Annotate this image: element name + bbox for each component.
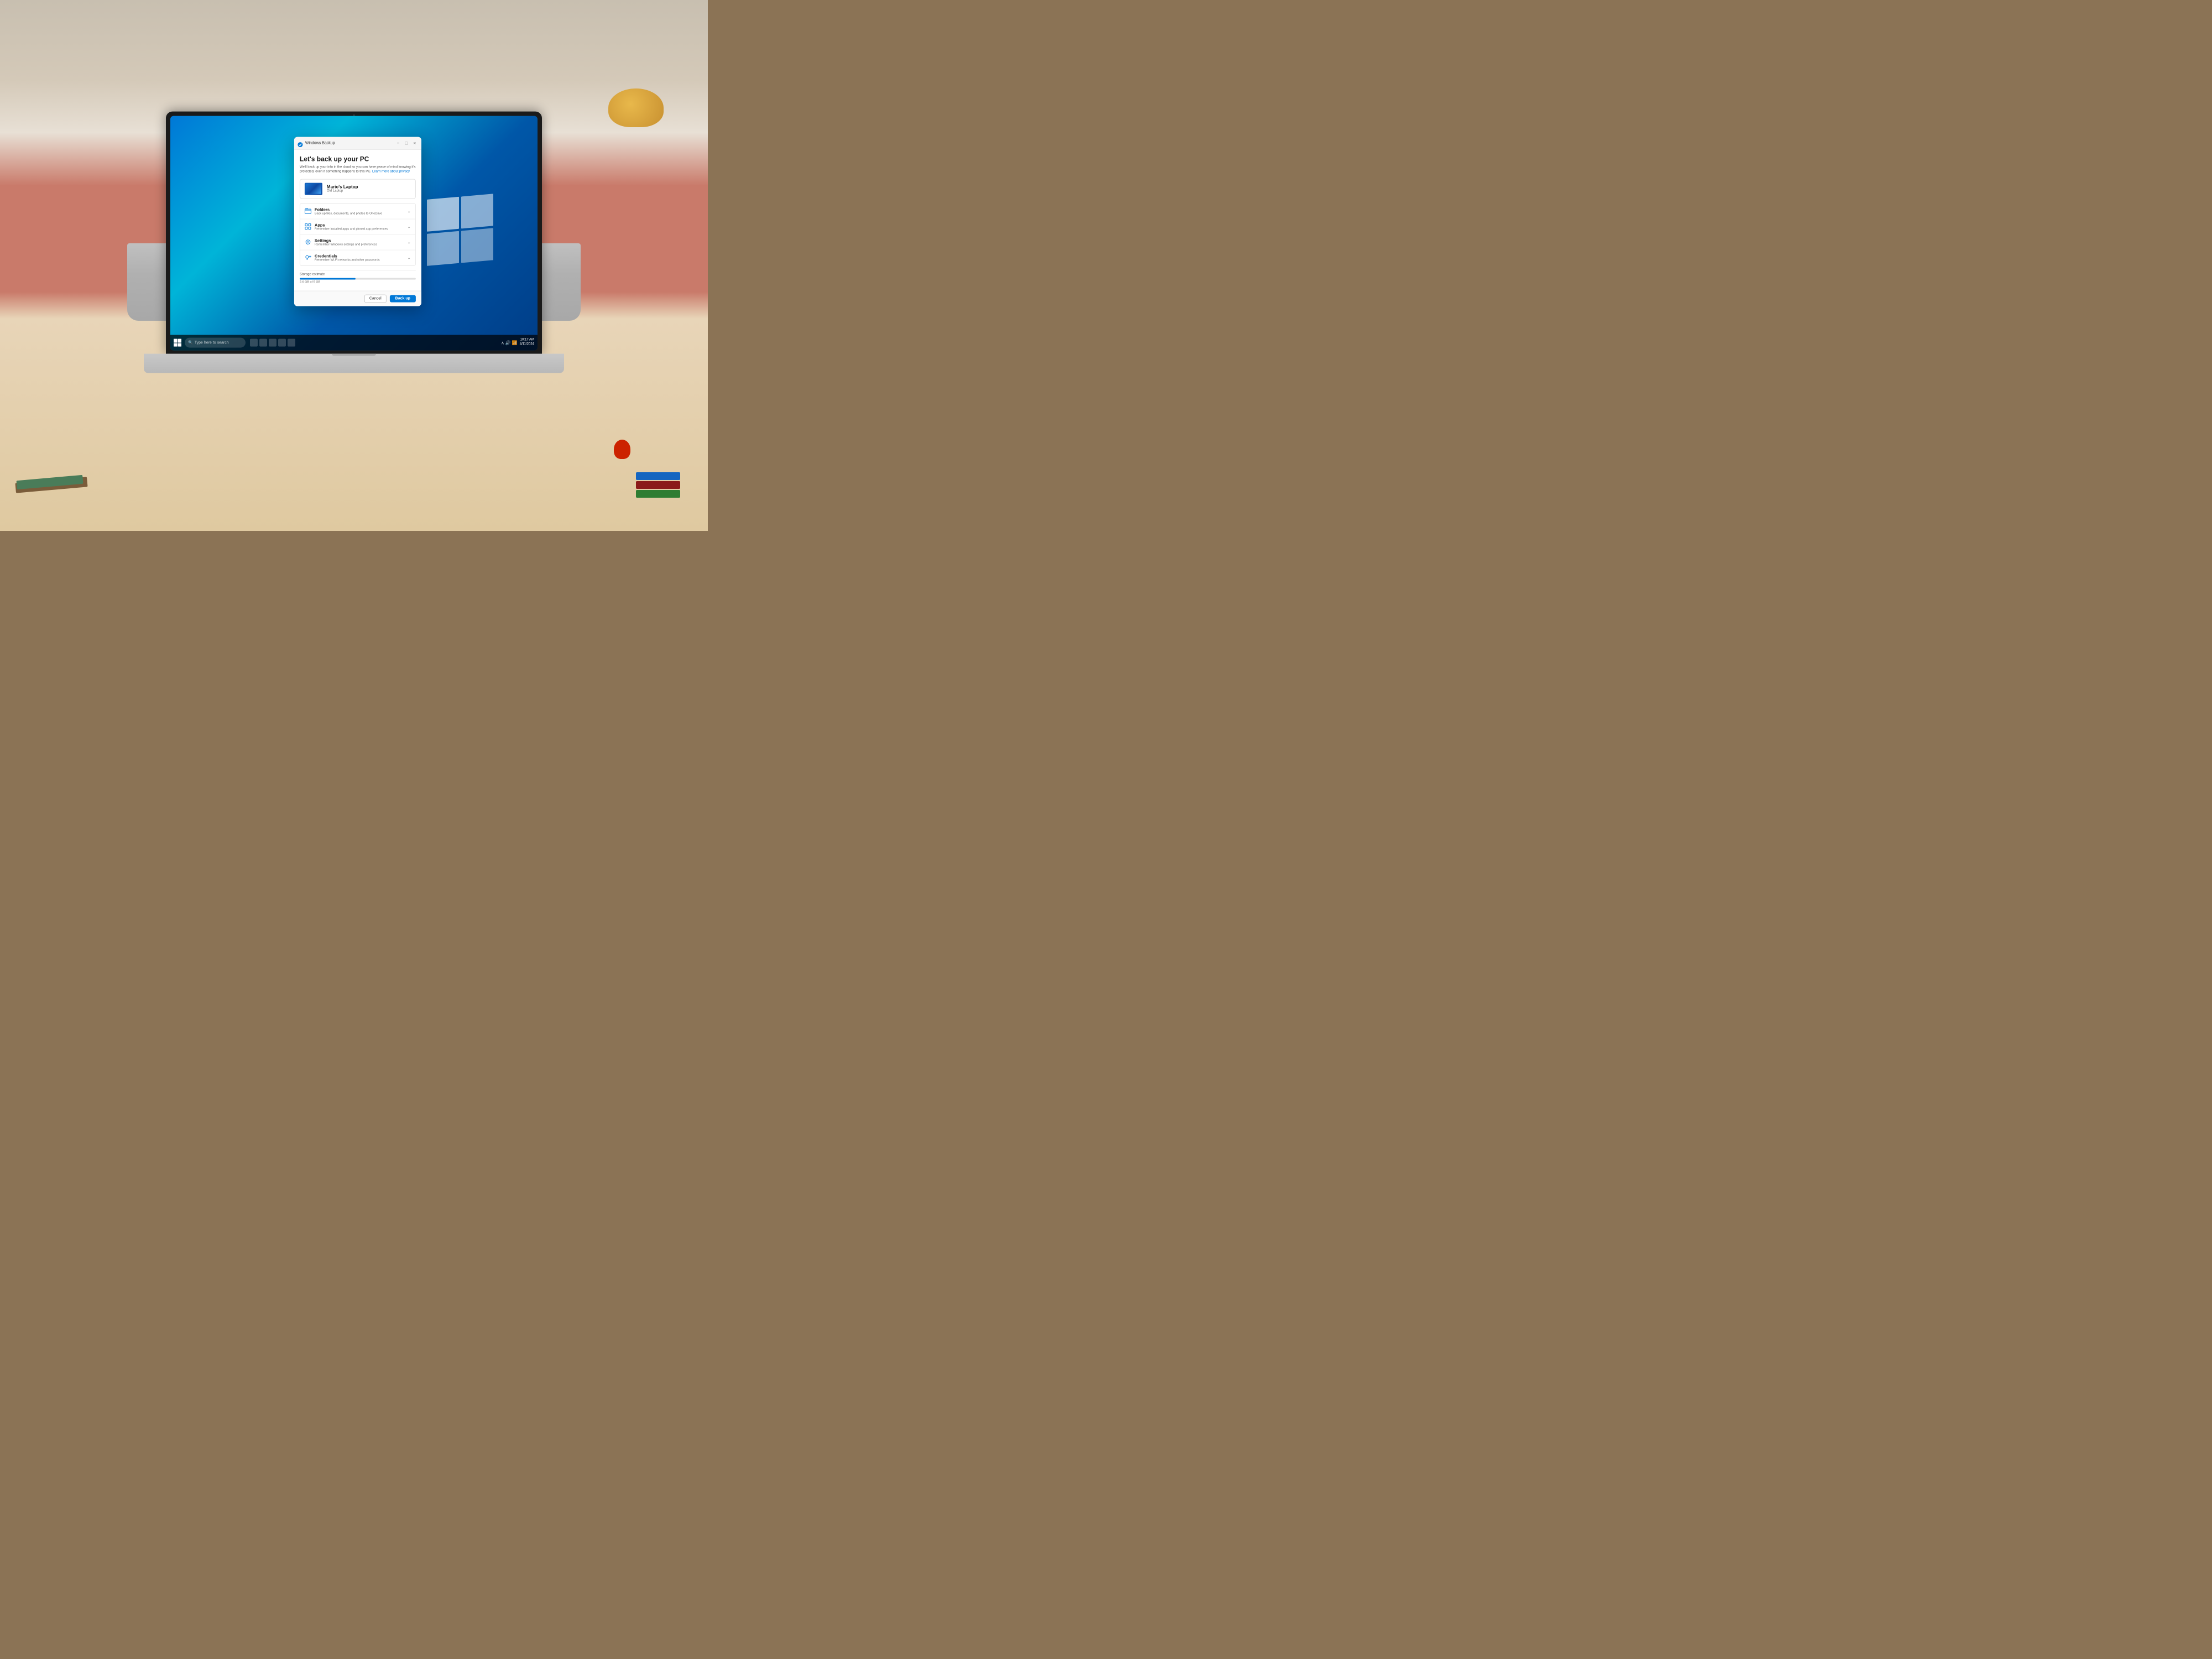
tray-icon-network[interactable]: 📶 [512, 340, 518, 345]
settings-chevron-icon: ⌄ [407, 239, 411, 244]
backup-item-apps[interactable]: Apps Remember installed apps and pinned … [300, 219, 415, 234]
folders-icon [305, 208, 311, 215]
cancel-button[interactable]: Cancel [364, 294, 387, 302]
storage-values: 2.6 GB of 5 GB [300, 280, 416, 284]
minimize-button[interactable]: − [395, 140, 401, 147]
credentials-chevron-icon: ⌄ [407, 255, 411, 260]
taskbar-time-display: 10:17 AM [520, 338, 534, 343]
screen-bezel: Windows Backup − □ × Let's back up your … [166, 112, 542, 355]
taskbar: 🔍 Type here to search ∧ 🔊 📶 [170, 335, 538, 351]
apps-icon [305, 223, 311, 230]
start-button[interactable] [174, 339, 181, 347]
apps-chevron-icon: ⌄ [407, 224, 411, 229]
bowl-decoration [608, 88, 664, 127]
storage-bar [300, 278, 416, 279]
taskbar-icon-1[interactable] [250, 339, 258, 347]
tray-icon-1[interactable]: ∧ [501, 340, 504, 345]
settings-info: Settings Remember Windows settings and p… [315, 238, 404, 246]
laptop-hinge [332, 354, 376, 356]
storage-label: Storage estimate [300, 273, 416, 276]
device-thumbnail [305, 182, 322, 195]
maximize-button[interactable]: □ [403, 140, 410, 147]
device-type: Old Laptop [327, 190, 358, 193]
taskbar-pinned-icons [250, 339, 295, 347]
taskbar-search[interactable]: 🔍 Type here to search [185, 338, 246, 348]
backup-item-credentials[interactable]: Credentials Remember Wi-Fi networks and … [300, 250, 415, 265]
laptop-body [144, 354, 564, 373]
close-button[interactable]: × [411, 140, 418, 147]
folders-chevron-icon: ⌄ [407, 208, 411, 213]
taskbar-icon-5[interactable] [288, 339, 295, 347]
strawberry-decoration [614, 440, 630, 459]
dialog-footer: Cancel Back up [294, 290, 421, 306]
storage-section: Storage estimate 2.6 GB of 5 GB [300, 270, 416, 287]
system-tray-icons: ∧ 🔊 📶 [501, 340, 518, 345]
dialog-titlebar: Windows Backup − □ × [294, 137, 421, 150]
backup-item-settings[interactable]: Settings Remember Windows settings and p… [300, 234, 415, 250]
dialog-heading: Let's back up your PC [300, 155, 416, 163]
folders-info: Folders Back up files, documents, and ph… [315, 207, 404, 215]
taskbar-date-display: 4/11/2024 [520, 343, 534, 347]
credentials-info: Credentials Remember Wi-Fi networks and … [315, 253, 404, 262]
windows-logo-watermark [427, 197, 493, 263]
taskbar-search-text: Type here to search [195, 341, 229, 345]
device-name: Mario's Laptop [327, 185, 358, 190]
tray-icon-2[interactable]: 🔊 [505, 340, 511, 345]
taskbar-right: ∧ 🔊 📶 10:17 AM 4/11/2024 [501, 338, 534, 347]
windows-backup-dialog: Windows Backup − □ × Let's back up your … [294, 137, 421, 306]
taskbar-clock[interactable]: 10:17 AM 4/11/2024 [520, 338, 534, 347]
taskbar-icon-2[interactable] [259, 339, 267, 347]
books-right-decoration [636, 472, 680, 498]
windows-desktop: Windows Backup − □ × Let's back up your … [170, 116, 538, 351]
folders-item-name: Folders [315, 207, 404, 212]
dialog-body: Let's back up your PC We'll back up your… [294, 150, 421, 291]
dialog-title: Windows Backup [305, 141, 395, 145]
settings-icon [305, 239, 311, 246]
credentials-item-desc: Remember Wi-Fi networks and other passwo… [315, 258, 404, 262]
credentials-icon [305, 254, 311, 261]
backup-item-folders[interactable]: Folders Back up files, documents, and ph… [300, 204, 415, 219]
window-controls: − □ × [395, 140, 418, 147]
device-info: Mario's Laptop Old Laptop [327, 185, 358, 193]
apps-info: Apps Remember installed apps and pinned … [315, 222, 404, 231]
device-card: Mario's Laptop Old Laptop [300, 179, 416, 199]
settings-item-name: Settings [315, 238, 404, 243]
settings-item-desc: Remember Windows settings and preference… [315, 243, 404, 246]
learn-more-link[interactable]: Learn more about privacy [372, 170, 410, 174]
dialog-app-icon [298, 140, 303, 146]
laptop: Windows Backup − □ × Let's back up your … [127, 112, 581, 432]
backup-items-list: Folders Back up files, documents, and ph… [300, 203, 416, 265]
storage-bar-fill [300, 278, 356, 279]
apps-item-name: Apps [315, 222, 404, 227]
taskbar-icon-4[interactable] [278, 339, 286, 347]
credentials-item-name: Credentials [315, 253, 404, 258]
taskbar-icon-3[interactable] [269, 339, 276, 347]
folders-item-desc: Back up files, documents, and photos to … [315, 212, 404, 215]
apps-item-desc: Remember installed apps and pinned app p… [315, 227, 404, 231]
dialog-subtitle: We'll back up your info in the cloud so … [300, 165, 416, 175]
backup-button[interactable]: Back up [390, 295, 416, 302]
